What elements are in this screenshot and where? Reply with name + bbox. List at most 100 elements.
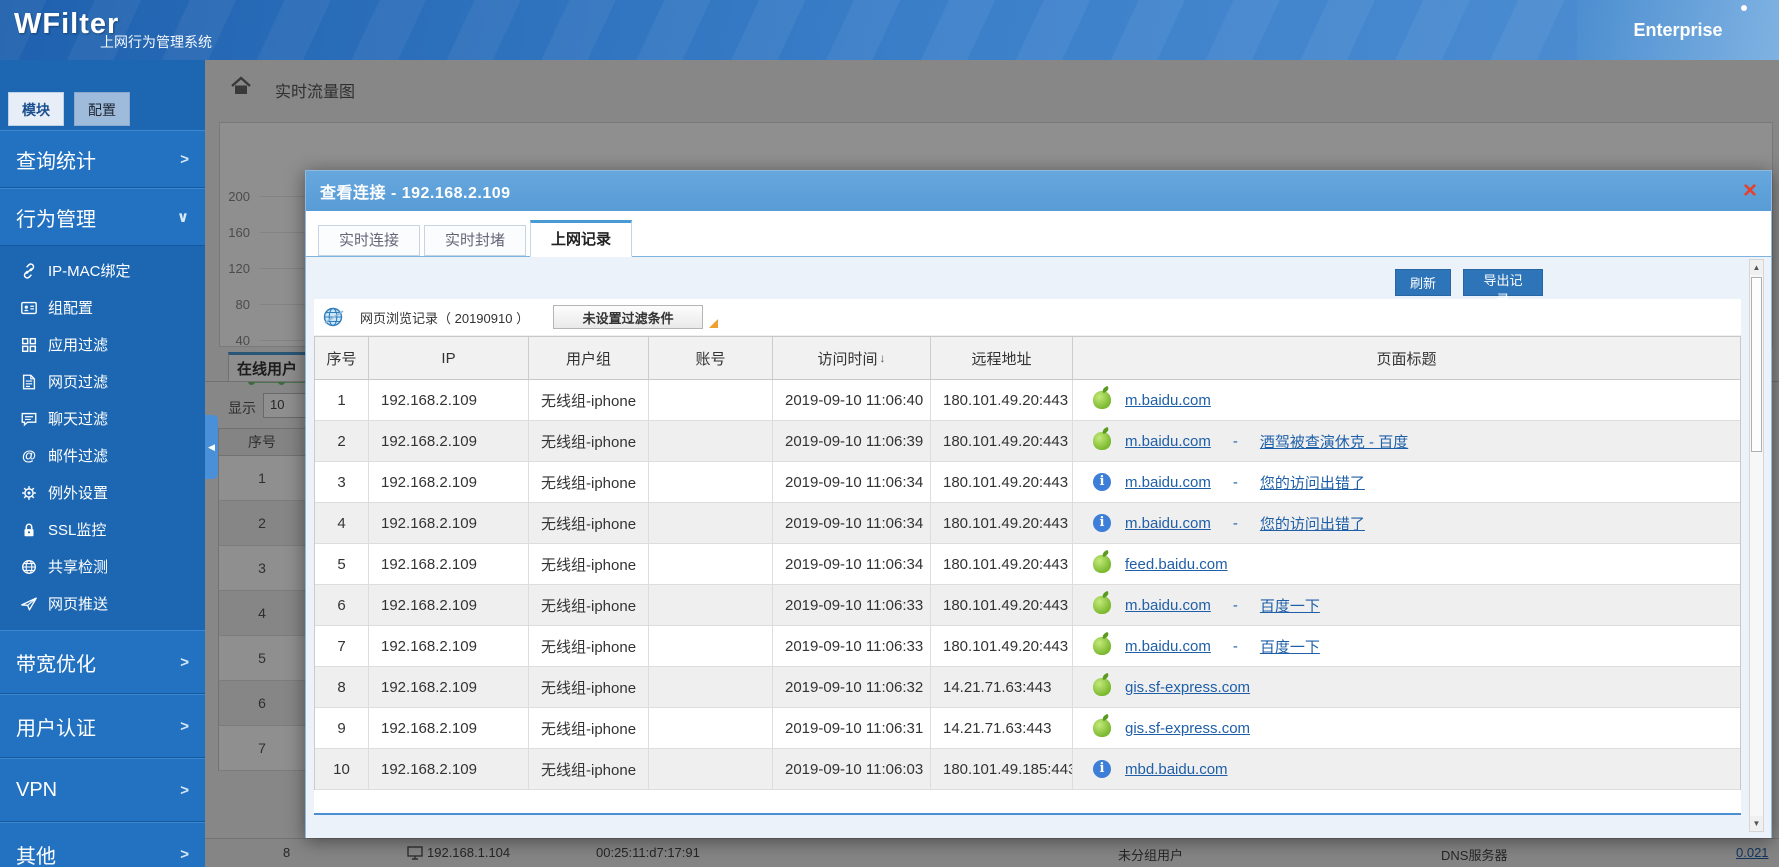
sidebar-item-0[interactable]: IP-MAC绑定: [0, 252, 205, 289]
col-header-time[interactable]: 访问时间 ↓: [773, 337, 931, 379]
refresh-button[interactable]: 刷新: [1395, 269, 1451, 296]
domain-link[interactable]: m.baidu.com: [1125, 433, 1211, 450]
chat-bubble-icon: [20, 410, 38, 428]
modal-scrollbar[interactable]: ▲ ▼: [1749, 259, 1764, 832]
sidebar-item-3[interactable]: 网页过滤: [0, 363, 205, 400]
col-header-remote[interactable]: 远程地址: [931, 337, 1073, 379]
section-label: 行为管理: [16, 208, 96, 231]
sidebar-item-5[interactable]: 邮件过滤: [0, 437, 205, 474]
sidebar-section-vpn[interactable]: VPN >: [0, 758, 205, 822]
col-header-ip[interactable]: IP: [369, 337, 529, 379]
sidebar-tab-modules[interactable]: 模块: [8, 92, 64, 126]
page-title-link[interactable]: 您的访问出错了: [1260, 472, 1365, 493]
sidebar-section-query-stats[interactable]: 查询统计 >: [0, 130, 205, 188]
title-separator: -: [1232, 514, 1238, 532]
col-header-account[interactable]: 账号: [649, 337, 773, 379]
domain-link[interactable]: m.baidu.com: [1125, 474, 1211, 491]
cell-remote: 180.101.49.20:443: [931, 462, 1073, 502]
page-title-link[interactable]: 酒驾被查演休克 - 百度: [1260, 431, 1408, 452]
sidebar-item-2[interactable]: 应用过滤: [0, 326, 205, 363]
section-label: VPN: [16, 778, 58, 801]
page-title-link[interactable]: 百度一下: [1260, 636, 1320, 657]
domain-link[interactable]: m.baidu.com: [1125, 638, 1211, 655]
domain-link[interactable]: m.baidu.com: [1125, 515, 1211, 532]
sidebar-item-7[interactable]: SSL监控: [0, 511, 205, 548]
sidebar-item-label: 网页推送: [48, 596, 109, 613]
sidebar-item-4[interactable]: 聊天过滤: [0, 400, 205, 437]
cell-index: 7: [315, 626, 369, 666]
sidebar-item-9[interactable]: 网页推送: [0, 585, 205, 622]
close-icon[interactable]: ×: [1743, 179, 1757, 203]
tab-web-records[interactable]: 上网记录: [530, 220, 633, 257]
title-separator: -: [1232, 473, 1238, 491]
sidebar-item-label: SSL监控: [48, 522, 107, 539]
web-records-panel: 刷新 导出记录 网页浏览记录（ 20190910 ） 未设置过滤条件 序号 IP…: [306, 257, 1771, 838]
sidebar-nav: 查询统计 > 行为管理 ∨ IP-MAC绑定 组配置 应用过滤 网页过滤 聊天过…: [0, 130, 205, 867]
dialog-title: 查看连接 - 192.168.2.109: [320, 185, 511, 202]
domain-link[interactable]: mbd.baidu.com: [1125, 761, 1228, 778]
info-icon: [1093, 514, 1111, 532]
cell-index: 6: [315, 585, 369, 625]
notification-dot-icon: [1741, 5, 1747, 11]
cell-index: 3: [315, 462, 369, 502]
apple-icon: [1093, 596, 1111, 614]
sidebar-item-label: 组配置: [48, 300, 94, 317]
behavior-submenu: IP-MAC绑定 组配置 应用过滤 网页过滤 聊天过滤 邮件过滤 例外设置 SS…: [0, 246, 205, 630]
cell-group: 无线组-iphone: [529, 462, 649, 502]
cell-account: [649, 503, 773, 543]
domain-link[interactable]: m.baidu.com: [1125, 597, 1211, 614]
sidebar-section-behavior[interactable]: 行为管理 ∨: [0, 188, 205, 246]
table-row: 8 192.168.2.109 无线组-iphone 2019-09-10 11…: [315, 667, 1740, 708]
col-header-index[interactable]: 序号: [315, 337, 369, 379]
domain-link[interactable]: gis.sf-express.com: [1125, 720, 1250, 737]
cell-page-title: m.baidu.com - 您的访问出错了: [1073, 503, 1740, 543]
table-row: 4 192.168.2.109 无线组-iphone 2019-09-10 11…: [315, 503, 1740, 544]
cell-remote: 180.101.49.20:443: [931, 544, 1073, 584]
cell-time: 2019-09-10 11:06:40: [773, 380, 931, 420]
cell-index: 1: [315, 380, 369, 420]
export-records-button[interactable]: 导出记录: [1463, 269, 1543, 307]
sidebar-item-label: 聊天过滤: [48, 411, 109, 428]
domain-link[interactable]: feed.baidu.com: [1125, 556, 1228, 573]
cell-account: [649, 544, 773, 584]
sidebar-item-1[interactable]: 组配置: [0, 289, 205, 326]
chevron-right-icon: >: [180, 150, 189, 168]
grid-icon: [20, 336, 38, 354]
sidebar-collapse-handle[interactable]: ◀: [205, 415, 218, 479]
sidebar-section-auth[interactable]: 用户认证 >: [0, 694, 205, 758]
apple-icon: [1093, 432, 1111, 450]
scroll-up-icon[interactable]: ▲: [1750, 260, 1763, 275]
cell-index: 5: [315, 544, 369, 584]
cell-page-title: feed.baidu.com: [1073, 544, 1740, 584]
title-separator: -: [1232, 432, 1238, 450]
filter-conditions-button[interactable]: 未设置过滤条件: [553, 305, 719, 329]
tab-realtime-blocks[interactable]: 实时封堵: [424, 225, 527, 256]
section-label: 其他: [16, 845, 56, 867]
apple-icon: [1093, 391, 1111, 409]
cell-index: 2: [315, 421, 369, 461]
sidebar-section-other[interactable]: 其他 >: [0, 822, 205, 867]
scroll-down-icon[interactable]: ▼: [1750, 816, 1763, 831]
cell-time: 2019-09-10 11:06:34: [773, 544, 931, 584]
sidebar-item-label: 共享检测: [48, 559, 109, 576]
scrollbar-thumb[interactable]: [1751, 277, 1762, 452]
info-icon: [1093, 760, 1111, 778]
sidebar-item-label: 应用过滤: [48, 337, 109, 354]
col-header-page-title[interactable]: 页面标题: [1073, 337, 1740, 379]
table-row: 3 192.168.2.109 无线组-iphone 2019-09-10 11…: [315, 462, 1740, 503]
tab-realtime-connections[interactable]: 实时连接: [318, 225, 421, 256]
cell-page-title: gis.sf-express.com: [1073, 708, 1740, 748]
cell-remote: 14.21.71.63:443: [931, 708, 1073, 748]
sidebar-tab-config[interactable]: 配置: [74, 92, 130, 126]
page-title-link[interactable]: 您的访问出错了: [1260, 513, 1365, 534]
paper-plane-icon: [20, 595, 38, 613]
sidebar-section-bandwidth[interactable]: 带宽优化 >: [0, 630, 205, 694]
page-title-link[interactable]: 百度一下: [1260, 595, 1320, 616]
domain-link[interactable]: m.baidu.com: [1125, 392, 1211, 409]
col-header-group[interactable]: 用户组: [529, 337, 649, 379]
sidebar-item-6[interactable]: 例外设置: [0, 474, 205, 511]
domain-link[interactable]: gis.sf-express.com: [1125, 679, 1250, 696]
cell-page-title: m.baidu.com - 酒驾被查演休克 - 百度: [1073, 421, 1740, 461]
col-header-time-label: 访问时间: [817, 350, 878, 368]
sidebar-item-8[interactable]: 共享检测: [0, 548, 205, 585]
